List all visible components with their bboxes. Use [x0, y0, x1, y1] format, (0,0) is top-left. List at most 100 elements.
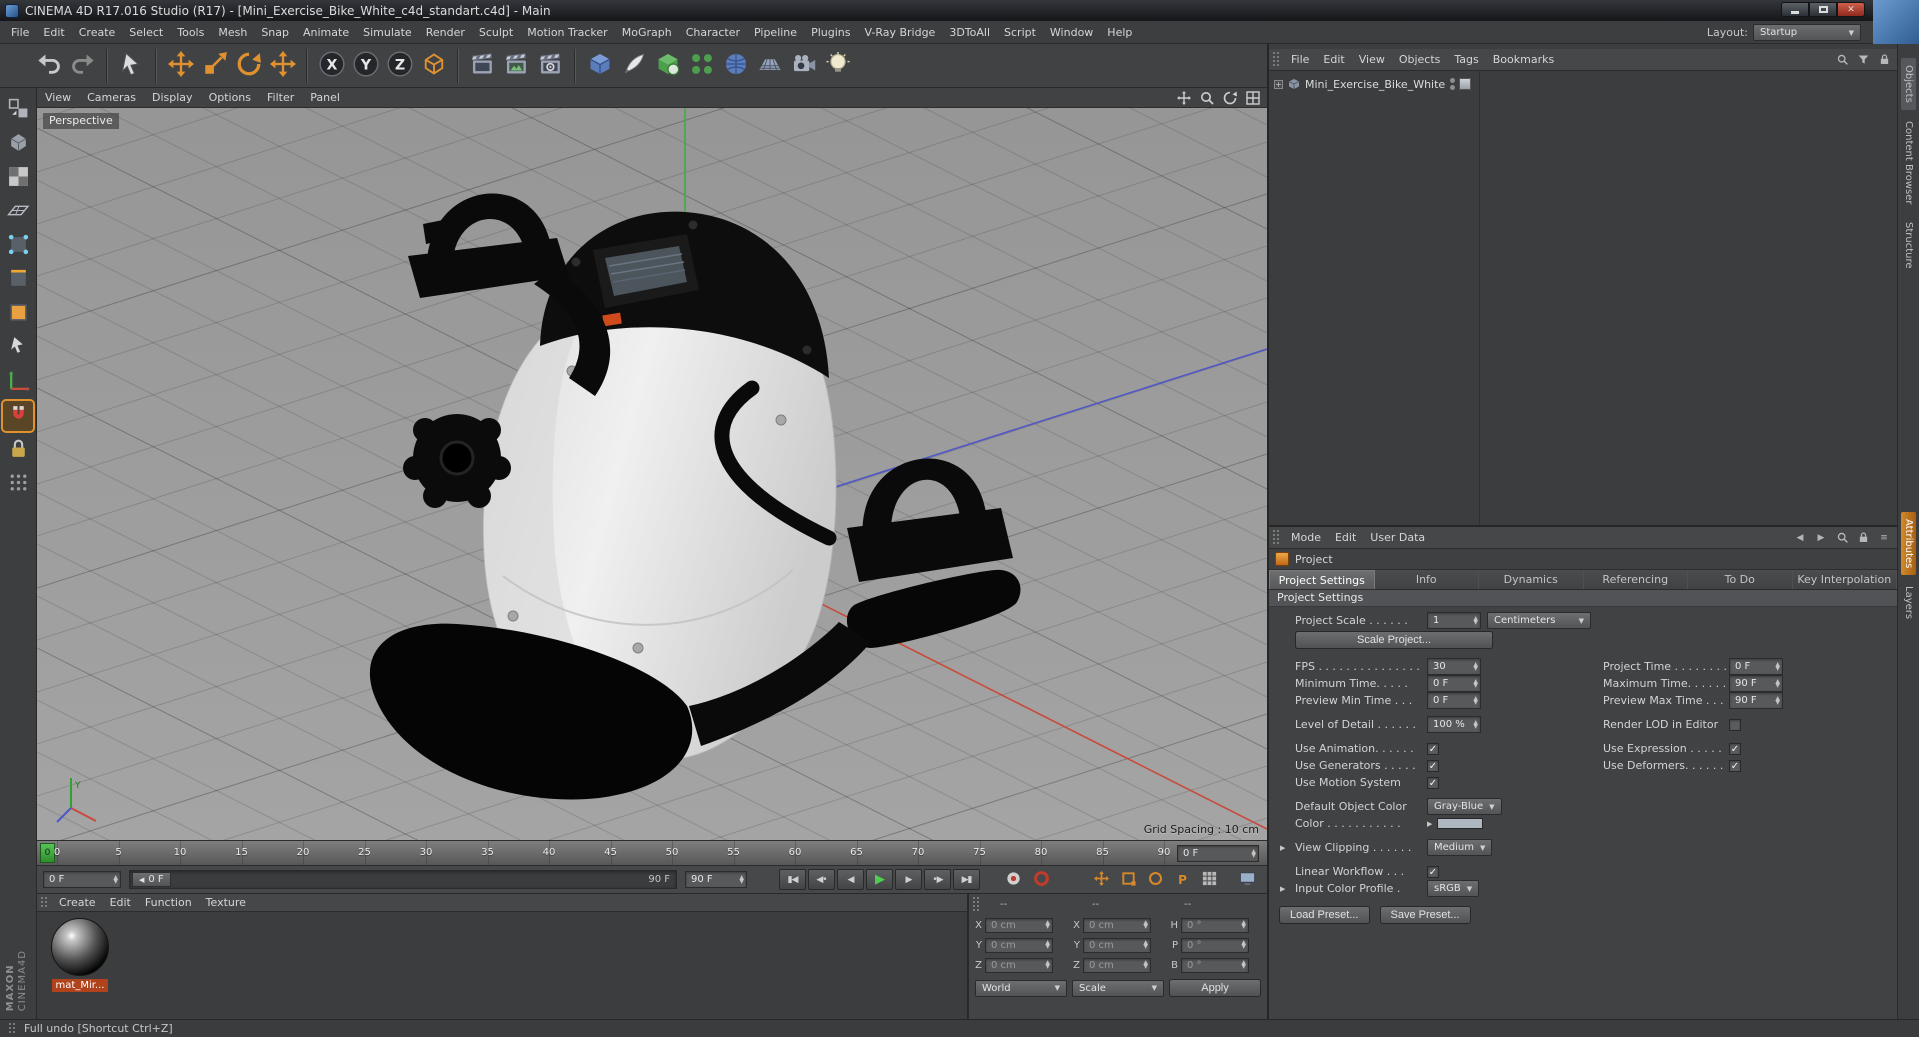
- om-search-icon[interactable]: [1835, 53, 1849, 67]
- stepper-icon[interactable]: ▲ ▼: [1473, 695, 1478, 705]
- menu-mesh[interactable]: Mesh: [211, 22, 254, 43]
- project-scale-field[interactable]: 1 ▲ ▼: [1427, 612, 1481, 629]
- use-expression-checkbox[interactable]: ✓: [1729, 742, 1741, 755]
- frame-display-field[interactable]: 0 F ▲ ▼: [1177, 845, 1259, 862]
- menu-plugins[interactable]: Plugins: [804, 22, 857, 43]
- scale-dropdown[interactable]: Scale ▼: [1072, 979, 1164, 997]
- menu-select[interactable]: Select: [122, 22, 170, 43]
- tab-info[interactable]: Info: [1374, 570, 1479, 589]
- preview-max-time-field[interactable]: 90 F ▲ ▼: [1729, 692, 1783, 709]
- points-mode-button[interactable]: [3, 231, 33, 261]
- stepper-icon[interactable]: ▲ ▼: [1143, 940, 1148, 950]
- project-time-field[interactable]: 0 F ▲ ▼: [1729, 658, 1783, 675]
- input-color-profile-dropdown[interactable]: sRGB ▼: [1427, 880, 1480, 897]
- size-x-field[interactable]: 0 cm ▲ ▼: [1083, 917, 1151, 933]
- tab-dynamics[interactable]: Dynamics: [1479, 570, 1584, 589]
- use-motion-system-checkbox[interactable]: ✓: [1427, 776, 1439, 789]
- end-frame-field[interactable]: 90 F ▲ ▼: [685, 871, 747, 888]
- material-item[interactable]: mat_Mir...: [47, 918, 113, 1013]
- scale-tool-button[interactable]: [198, 47, 231, 85]
- save-preset-button[interactable]: Save Preset...: [1379, 906, 1471, 924]
- object-tag-icon[interactable]: [1459, 78, 1471, 90]
- title-bar[interactable]: CINEMA 4D R17.016 Studio (R17) - [Mini_E…: [0, 0, 1919, 21]
- view-clipping-dropdown[interactable]: Medium ▼: [1427, 839, 1493, 856]
- render-picture-viewer-button[interactable]: [500, 47, 533, 85]
- stepper-icon[interactable]: ▲ ▼: [739, 874, 744, 884]
- record-scale-button[interactable]: [1116, 870, 1141, 890]
- quantize-button[interactable]: [3, 469, 33, 499]
- record-keyframe-button[interactable]: [1001, 870, 1026, 890]
- apply-button[interactable]: Apply: [1169, 979, 1261, 997]
- make-editable-button[interactable]: [3, 95, 33, 125]
- menu-help[interactable]: Help: [1100, 22, 1139, 43]
- add-spline-button[interactable]: [617, 47, 650, 85]
- record-position-button[interactable]: [1089, 870, 1114, 890]
- workplane-lock-button[interactable]: [3, 435, 33, 465]
- stepper-icon[interactable]: ▲ ▼: [1775, 695, 1780, 705]
- tab-project-settings[interactable]: Project Settings: [1269, 570, 1375, 589]
- pan-view-icon[interactable]: [1176, 90, 1192, 106]
- preview-min-time-field[interactable]: 0 F ▲ ▼: [1427, 692, 1481, 709]
- goto-end-button[interactable]: ▶▮: [953, 869, 980, 890]
- stepper-icon[interactable]: ▲ ▼: [1241, 940, 1246, 950]
- default-object-color-dropdown[interactable]: Gray-Blue ▼: [1427, 798, 1502, 815]
- timeline-ruler[interactable]: 0 0 F ▲ ▼ 0 5 10 15 20 25 30 35 40 45 50 55 60 65 70 75 8…: [37, 840, 1267, 866]
- vp-menu-cameras[interactable]: Cameras: [79, 88, 144, 107]
- rotation-b-field[interactable]: 0 ° ▲ ▼: [1181, 957, 1249, 973]
- viewport-canvas[interactable]: Y: [37, 108, 1267, 840]
- autokeying-button[interactable]: [1029, 870, 1054, 890]
- side-tab-layers[interactable]: Layers: [1901, 579, 1916, 626]
- fps-field[interactable]: 30 ▲ ▼: [1427, 658, 1481, 675]
- maximum-time-field[interactable]: 90 F ▲ ▼: [1729, 675, 1783, 692]
- mat-menu-edit[interactable]: Edit: [103, 894, 138, 911]
- add-environment-button[interactable]: [753, 47, 786, 85]
- live-selection-button[interactable]: [115, 47, 148, 85]
- menu-pipeline[interactable]: Pipeline: [747, 22, 804, 43]
- rotation-h-field[interactable]: 0 ° ▲ ▼: [1181, 917, 1249, 933]
- stepper-icon[interactable]: ▲ ▼: [1775, 678, 1780, 688]
- record-pla-button[interactable]: [1197, 870, 1222, 890]
- workplane-mode-button[interactable]: [3, 197, 33, 227]
- panel-grip[interactable]: [40, 896, 49, 909]
- panel-grip[interactable]: [1272, 51, 1281, 68]
- model-mode-button[interactable]: [3, 129, 33, 159]
- close-button[interactable]: ✕: [1837, 2, 1865, 17]
- am-history-back-icon[interactable]: ◀: [1793, 531, 1807, 545]
- menu-file[interactable]: File: [4, 22, 36, 43]
- stepper-icon[interactable]: ▲ ▼: [1143, 960, 1148, 970]
- stepper-icon[interactable]: ▲ ▼: [113, 874, 118, 884]
- enable-snap-button[interactable]: [1, 399, 35, 433]
- linear-workflow-checkbox[interactable]: ✓: [1427, 865, 1439, 878]
- current-frame-field[interactable]: 0 F ▲ ▼: [43, 871, 121, 888]
- render-settings-button[interactable]: [534, 47, 567, 85]
- mat-menu-create[interactable]: Create: [52, 894, 103, 911]
- am-lock-icon[interactable]: [1856, 531, 1870, 545]
- side-tab-objects[interactable]: Objects: [1901, 58, 1916, 110]
- om-menu-edit[interactable]: Edit: [1316, 51, 1351, 68]
- viewport[interactable]: Y Perspective Grid Spacing : 10 cm: [37, 108, 1267, 840]
- om-filter-icon[interactable]: [1856, 53, 1870, 67]
- stepper-icon[interactable]: ▲ ▼: [1473, 661, 1478, 671]
- range-slider-handle[interactable]: ◀ 0 F: [132, 872, 171, 887]
- vp-menu-filter[interactable]: Filter: [259, 88, 302, 107]
- menu-window[interactable]: Window: [1043, 22, 1100, 43]
- polygons-mode-button[interactable]: [3, 299, 33, 329]
- menu-character[interactable]: Character: [679, 22, 747, 43]
- lock-z-axis-button[interactable]: Z: [383, 47, 416, 85]
- stepper-icon[interactable]: ▲ ▼: [1473, 615, 1478, 625]
- rotate-view-icon[interactable]: [1222, 90, 1238, 106]
- use-deformers-checkbox[interactable]: ✓: [1729, 759, 1741, 772]
- object-name[interactable]: Mini_Exercise_Bike_White: [1305, 78, 1445, 91]
- am-menu-icon[interactable]: ≡: [1877, 531, 1891, 545]
- play-button[interactable]: ▶: [866, 869, 893, 890]
- prev-frame-button[interactable]: ◀: [837, 869, 864, 890]
- vp-menu-options[interactable]: Options: [201, 88, 259, 107]
- am-search-icon[interactable]: [1835, 531, 1849, 545]
- move-tool-button[interactable]: [164, 47, 197, 85]
- recent-tool-button[interactable]: [266, 47, 299, 85]
- menu-script[interactable]: Script: [997, 22, 1043, 43]
- om-lock-icon[interactable]: [1877, 53, 1891, 67]
- tab-referencing[interactable]: Referencing: [1583, 570, 1688, 589]
- panel-grip[interactable]: [1272, 529, 1281, 546]
- rotate-tool-button[interactable]: [232, 47, 265, 85]
